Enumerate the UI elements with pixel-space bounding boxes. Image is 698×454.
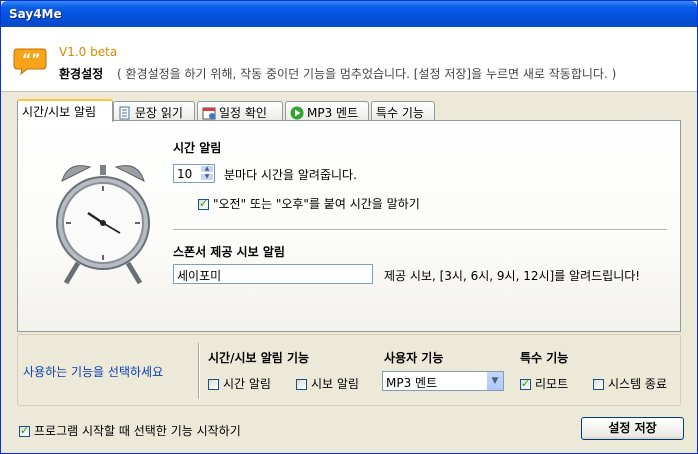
- ampm-checkbox[interactable]: [198, 197, 209, 210]
- save-settings-button[interactable]: 설정 저장: [581, 417, 684, 440]
- shutdown-label: 시스템 종료: [608, 377, 668, 391]
- time-alarm-title: 시간 알림: [173, 141, 222, 155]
- sponsor-value: 세이포미: [177, 269, 222, 283]
- remote-label: 리모트: [535, 377, 569, 391]
- startup-option[interactable]: 프로그램 시작할 때 선택한 기능 시작하기: [19, 422, 241, 439]
- tab-panel: 시간 알림 10 ▲ ▼ 분마다 시간을 알려줍니다. "오전" 또는 "오후"…: [17, 120, 681, 332]
- calendar-icon: [202, 107, 216, 120]
- interval-suffix: 분마다 시간을 알려줍니다.: [224, 168, 357, 182]
- tab-mp3[interactable]: MP3 멘트: [285, 101, 369, 120]
- tab-read-sentence[interactable]: 문장 읽기: [113, 101, 195, 120]
- function-select-group: 사용하는 기능을 선택하세요 시간/시보 알림 기능 시간 알림 시보 알림 사…: [17, 334, 681, 406]
- startup-checkbox[interactable]: [19, 424, 30, 437]
- speech-bubble-icon: “”: [13, 48, 47, 75]
- sibo-option[interactable]: 시보 알림: [296, 375, 359, 392]
- sponsor-input[interactable]: 세이포미: [173, 264, 373, 284]
- alarm-clock-icon: [56, 165, 150, 285]
- settings-description: ( 환경설정을 하기 위해, 작동 중이던 기능을 멈추었습니다. [설정 저장…: [117, 67, 617, 81]
- vertical-divider: [198, 343, 200, 399]
- ampm-option[interactable]: "오전" 또는 "오후"를 붙여 시간을 말하기: [198, 195, 420, 212]
- shutdown-option[interactable]: 시스템 종료: [593, 375, 667, 392]
- version-text: V1.0 beta: [59, 45, 118, 59]
- settings-title: 환경설정: [59, 67, 104, 81]
- special-group-title: 특수 기능: [520, 351, 569, 365]
- shutdown-checkbox[interactable]: [593, 379, 604, 390]
- time-alarm-label: 시간 알림: [223, 377, 271, 391]
- spin-up-icon[interactable]: ▲: [200, 165, 214, 173]
- tab-time-alarm[interactable]: 시간/시보 알림: [17, 99, 113, 122]
- section-divider: [173, 229, 667, 231]
- chevron-down-icon[interactable]: ▼: [486, 372, 503, 390]
- sibo-label: 시보 알림: [311, 377, 359, 391]
- tab-label: MP3 멘트: [307, 106, 359, 120]
- window-title: Say4Me: [9, 7, 62, 21]
- ampm-label: "오전" 또는 "오후"를 붙여 시간을 말하기: [213, 197, 420, 211]
- remote-checkbox[interactable]: [520, 377, 531, 390]
- sibo-checkbox[interactable]: [296, 379, 307, 390]
- time-alarm-checkbox[interactable]: [208, 379, 219, 390]
- spin-down-icon[interactable]: ▼: [200, 173, 214, 181]
- time-group-title: 시간/시보 알림 기능: [208, 351, 310, 365]
- sponsor-description: 제공 시보, [3시, 6시, 9시, 12시]를 알려드립니다!: [384, 269, 641, 283]
- svg-text:“”: “”: [22, 52, 40, 68]
- spin-buttons: ▲ ▼: [200, 165, 214, 182]
- app-window: Say4Me “” V1.0 beta 환경설정 ( 환경설정을 하기 위해, …: [0, 0, 698, 454]
- document-icon: [119, 106, 130, 120]
- startup-label: 프로그램 시작할 때 선택한 기능 시작하기: [34, 424, 241, 438]
- interval-stepper[interactable]: 10 ▲ ▼: [173, 164, 215, 183]
- tab-label: 문장 읽기: [135, 106, 183, 120]
- tab-label: 특수 기능: [376, 106, 424, 120]
- tab-special[interactable]: 특수 기능: [371, 101, 435, 120]
- tab-label: 시간/시보 알림: [22, 105, 97, 119]
- tab-schedule[interactable]: 일정 확인: [197, 101, 283, 120]
- user-group-title: 사용자 기능: [384, 351, 444, 365]
- select-functions-link[interactable]: 사용하는 기능을 선택하세요: [23, 363, 163, 380]
- header-banner: “” V1.0 beta 환경설정 ( 환경설정을 하기 위해, 작동 중이던 …: [1, 27, 697, 92]
- sponsor-title: 스폰서 제공 시보 알림: [173, 245, 285, 259]
- play-icon: [290, 106, 304, 120]
- title-bar[interactable]: Say4Me: [1, 1, 697, 27]
- user-function-value: MP3 멘트: [386, 376, 438, 390]
- time-alarm-option[interactable]: 시간 알림: [208, 375, 271, 392]
- remote-option[interactable]: 리모트: [520, 375, 568, 392]
- tab-label: 일정 확인: [219, 106, 267, 120]
- user-function-select[interactable]: MP3 멘트 ▼: [382, 371, 504, 391]
- interval-value: 10: [177, 167, 193, 181]
